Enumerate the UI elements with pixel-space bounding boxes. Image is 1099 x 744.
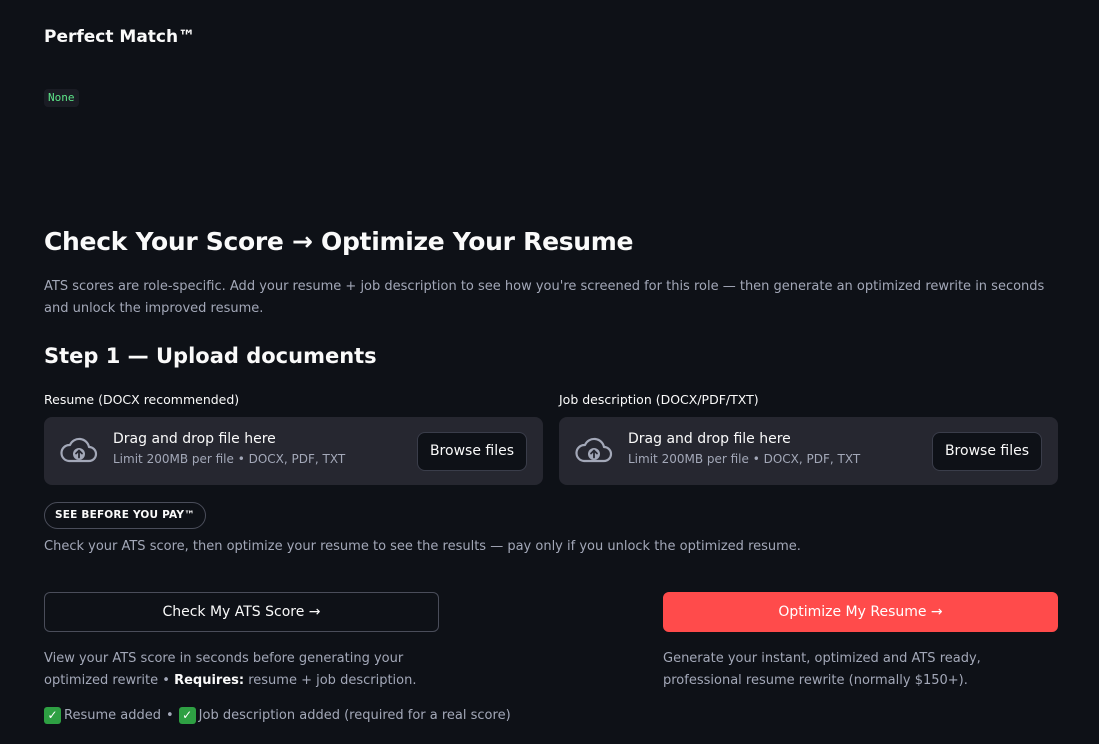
- check-ats-score-button[interactable]: Check My ATS Score →: [44, 592, 439, 632]
- jd-drop-instruction: Drag and drop file here: [628, 431, 791, 447]
- page: Perfect Match™ None Check Your Score → O…: [0, 0, 1099, 744]
- code-value: None: [44, 89, 79, 107]
- jd-dropzone-text: Drag and drop file here Limit 200MB per …: [628, 431, 860, 466]
- cloud-upload-icon: [575, 437, 613, 463]
- optimize-resume-button[interactable]: Optimize My Resume →: [663, 592, 1058, 632]
- hero-title: Check Your Score → Optimize Your Resume: [44, 227, 634, 256]
- resume-browse-button[interactable]: Browse files: [416, 432, 527, 471]
- jd-added-text: Job description added (required for a re…: [198, 708, 511, 723]
- jd-dropzone[interactable]: Drag and drop file here Limit 200MB per …: [559, 417, 1058, 485]
- check-mark-icon: ✓: [44, 707, 61, 724]
- resume-added-text: Resume added: [64, 708, 161, 723]
- step1-title: Step 1 — Upload documents: [44, 344, 377, 368]
- resume-upload-label: Resume (DOCX recommended): [44, 392, 240, 407]
- check-mark-icon: ✓: [178, 707, 196, 724]
- resume-file-limit: Limit 200MB per file • DOCX, PDF, TXT: [113, 452, 346, 466]
- requires-text: resume + job description.: [244, 673, 417, 688]
- resume-drop-instruction: Drag and drop file here: [113, 431, 276, 447]
- resume-dropzone-text: Drag and drop file here Limit 200MB per …: [113, 431, 345, 466]
- resume-dropzone[interactable]: Drag and drop file here Limit 200MB per …: [44, 417, 543, 485]
- check-score-description: View your ATS score in seconds before ge…: [44, 648, 434, 692]
- cloud-upload-icon: [60, 437, 98, 463]
- jd-upload-label: Job description (DOCX/PDF/TXT): [559, 392, 759, 407]
- status-separator: •: [165, 708, 174, 723]
- hero-description: ATS scores are role-specific. Add your r…: [44, 279, 1045, 316]
- app-title: Perfect Match™: [44, 27, 196, 47]
- upload-status: ✓ Resume added • ✓ Job description added…: [44, 707, 511, 724]
- see-before-you-pay-badge: SEE BEFORE YOU PAY™: [44, 502, 206, 529]
- optimize-description: Generate your instant, optimized and ATS…: [663, 651, 981, 688]
- jd-file-limit: Limit 200MB per file • DOCX, PDF, TXT: [628, 452, 861, 466]
- badge-description: Check your ATS score, then optimize your…: [44, 539, 801, 554]
- requires-label: Requires:: [174, 673, 245, 688]
- jd-browse-button[interactable]: Browse files: [931, 432, 1042, 471]
